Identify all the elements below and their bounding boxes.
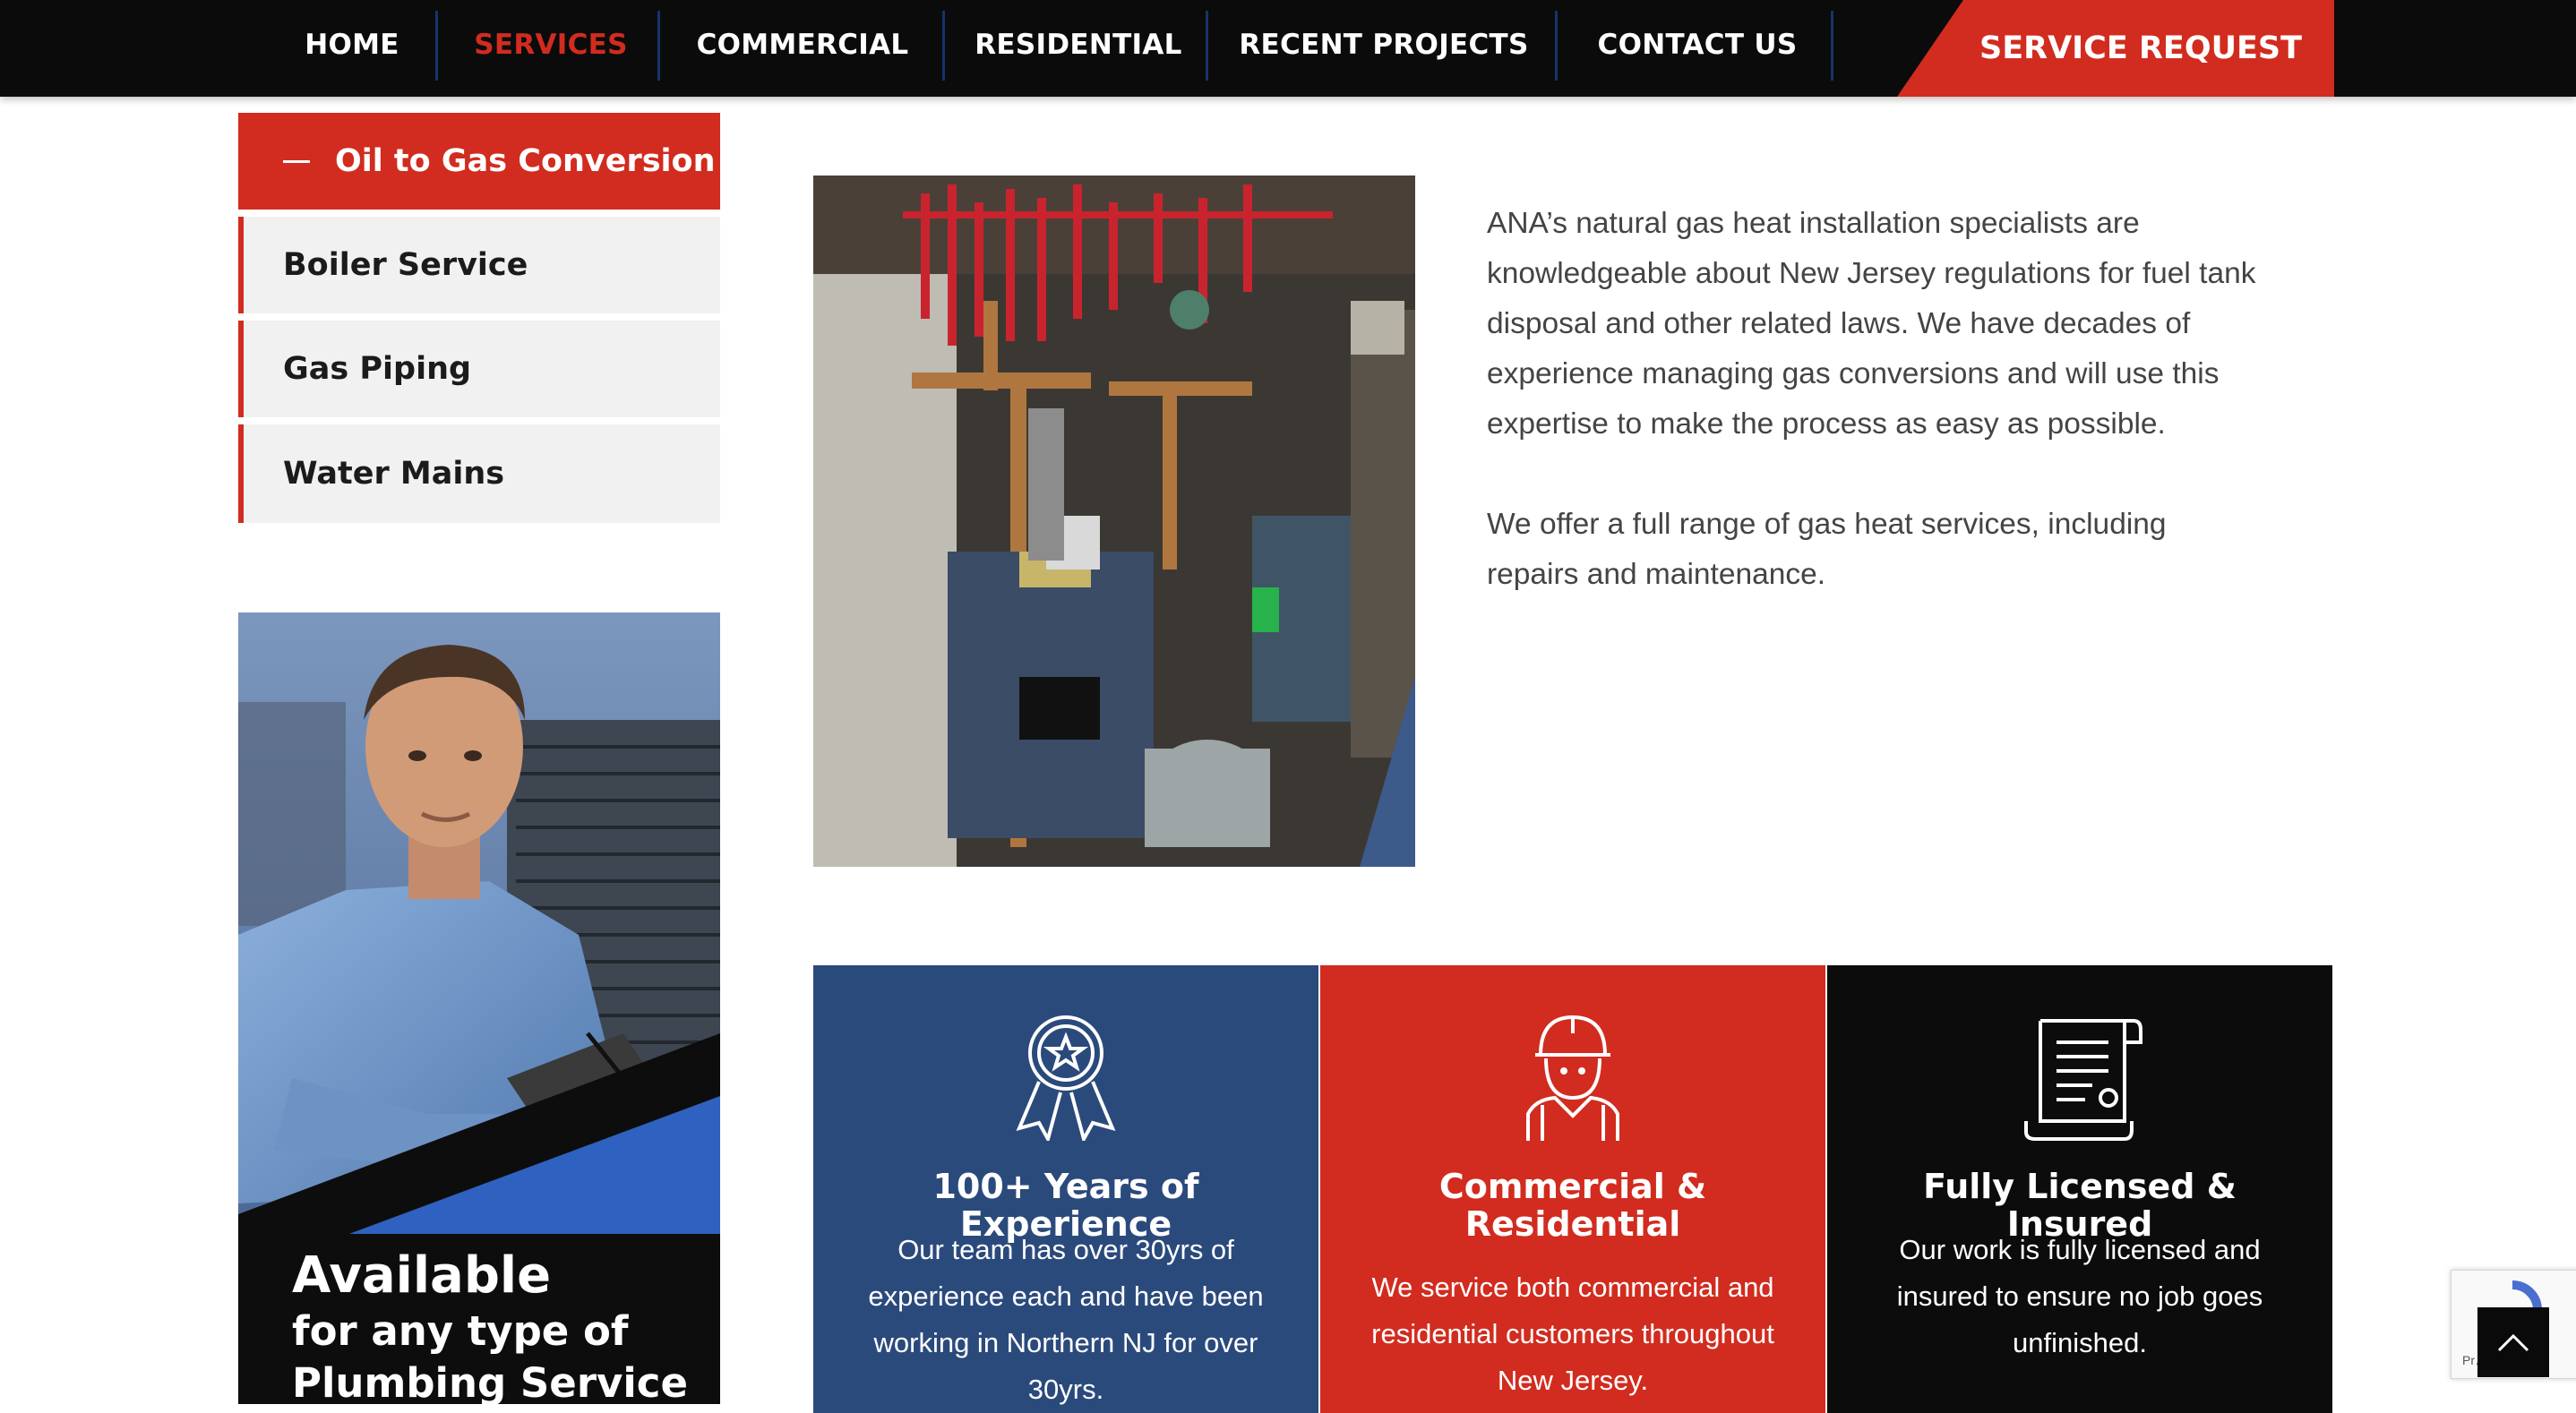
feature-card-licensed: Fully Licensed & Insured Our work is ful… (1827, 965, 2332, 1413)
promo-subtitle: Plumbing Service (292, 1359, 688, 1404)
promo-title: Available (292, 1246, 552, 1305)
sidebar-item-label: Oil to Gas Conversion (335, 143, 716, 179)
license-scroll-icon (1827, 1015, 2332, 1141)
nav-commercial[interactable]: COMMERCIAL (697, 0, 909, 90)
dash-icon (283, 159, 310, 163)
sidebar-item-boiler-service[interactable]: Boiler Service (238, 217, 720, 313)
sidebar-item-gas-piping[interactable]: Gas Piping (238, 321, 720, 417)
boiler-room-photo (813, 176, 1415, 867)
nav-divider (435, 11, 438, 81)
nav-divider (1206, 11, 1208, 81)
nav-divider (1555, 11, 1558, 81)
sidebar-item-oil-to-gas-conversion[interactable]: Oil to Gas Conversion (238, 113, 720, 210)
sidebar-item-water-mains[interactable]: Water Mains (238, 424, 720, 523)
nav-recent-projects[interactable]: RECENT PROJECTS (1239, 0, 1528, 90)
sidebar-item-label: Gas Piping (283, 351, 472, 387)
technician-icon (1320, 1015, 1825, 1141)
sidebar-item-label: Water Mains (283, 456, 505, 492)
promo-banner[interactable]: Available for any type of Plumbing Servi… (238, 612, 720, 1404)
nav-divider (657, 11, 660, 81)
top-navigation-bar: HOME SERVICES COMMERCIAL RESIDENTIAL REC… (0, 0, 2576, 97)
feature-text: Our team has over 30yrs of experience ea… (868, 1234, 1264, 1405)
nav-services[interactable]: SERVICES (474, 0, 627, 90)
chevron-up-icon (2497, 1333, 2529, 1352)
nav-divider (942, 11, 945, 81)
award-ribbon-icon (813, 1015, 1318, 1144)
service-request-button[interactable]: SERVICE REQUEST (1897, 0, 2334, 97)
feature-title: Commercial & Residential (1438, 1167, 1707, 1244)
feature-card-commercial-residential: Commercial & Residential We service both… (1320, 965, 1825, 1413)
scroll-to-top-button[interactable] (2477, 1307, 2549, 1377)
nav-residential[interactable]: RESIDENTIAL (975, 0, 1181, 90)
feature-text: We service both commercial and residenti… (1371, 1272, 1774, 1396)
content-paragraph: We offer a full range of gas heat servic… (1487, 508, 2167, 591)
nav-divider (1831, 11, 1833, 81)
content-paragraph: ANA’s natural gas heat installation spec… (1487, 207, 2256, 441)
nav-home[interactable]: HOME (296, 0, 408, 90)
nav-contact-us[interactable]: CONTACT US (1596, 0, 1799, 90)
sidebar-item-label: Boiler Service (283, 247, 528, 283)
feature-text: Our work is fully licensed and insured t… (1896, 1234, 2263, 1358)
promo-subtitle: for any type of (292, 1307, 629, 1355)
feature-card-experience: 100+ Years of Experience Our team has ov… (813, 965, 1318, 1413)
